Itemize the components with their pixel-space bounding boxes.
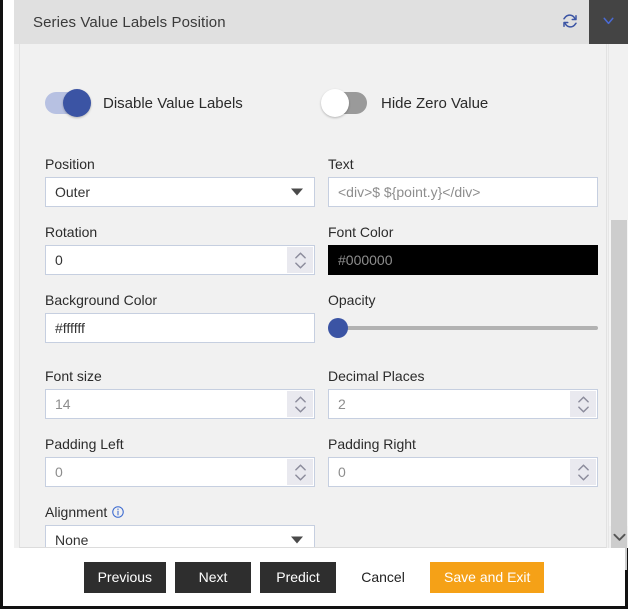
opacity-slider-track xyxy=(328,326,598,330)
chevron-up-icon xyxy=(577,395,589,403)
position-label: Position xyxy=(45,156,95,172)
background-color-value: #ffffff xyxy=(55,320,85,336)
rotation-value: 0 xyxy=(55,252,63,268)
opacity-label: Opacity xyxy=(328,292,376,308)
font-size-label: Font size xyxy=(45,368,102,384)
field-font-size: Font size 14 xyxy=(45,368,315,419)
chevron-down-icon xyxy=(612,533,626,541)
alignment-select[interactable]: None xyxy=(45,525,315,548)
field-background-color: Background Color #ffffff xyxy=(45,292,315,343)
cancel-button[interactable]: Cancel xyxy=(345,561,422,593)
predict-button[interactable]: Predict xyxy=(260,561,337,593)
padding-left-input[interactable]: 0 xyxy=(45,457,315,487)
dialog-title: Series Value Labels Position xyxy=(33,13,226,31)
dialog-titlebar: Series Value Labels Position xyxy=(14,0,628,44)
chevron-down-icon xyxy=(291,536,303,544)
dialog-footer: Previous Next Predict Cancel Save and Ex… xyxy=(3,548,625,606)
chevron-down-icon xyxy=(294,473,306,481)
panel-scrollbar[interactable] xyxy=(608,44,628,570)
decimal-places-label: Decimal Places xyxy=(328,368,425,384)
hide-zero-value-label: Hide Zero Value xyxy=(381,94,489,112)
info-icon[interactable] xyxy=(111,505,125,519)
field-text: Text <div>$ ${point.y}</div> xyxy=(328,156,598,207)
settings-panel: Disable Value Labels Hide Zero Value Pos… xyxy=(19,44,607,548)
padding-left-label: Padding Left xyxy=(45,436,124,452)
opacity-slider[interactable] xyxy=(328,313,598,343)
padding-right-stepper[interactable] xyxy=(570,459,596,485)
rotation-label: Rotation xyxy=(45,224,98,240)
field-rotation: Rotation 0 xyxy=(45,224,315,275)
rotation-stepper[interactable] xyxy=(287,247,313,273)
chevron-down-icon xyxy=(577,405,589,413)
field-decimal-places: Decimal Places 2 xyxy=(328,368,598,419)
text-input[interactable]: <div>$ ${point.y}</div> xyxy=(328,177,598,207)
chevron-up-icon xyxy=(294,463,306,471)
chevron-down-icon xyxy=(291,188,303,196)
titlebar-actions xyxy=(551,0,628,44)
chevron-down-icon xyxy=(577,473,589,481)
refresh-button[interactable] xyxy=(551,0,589,44)
field-padding-right: Padding Right 0 xyxy=(328,436,598,487)
opacity-slider-thumb[interactable] xyxy=(328,318,348,338)
text-label: Text xyxy=(328,156,354,172)
disable-value-labels-group: Disable Value Labels xyxy=(45,89,243,117)
background-color-label: Background Color xyxy=(45,292,158,308)
field-opacity: Opacity xyxy=(328,292,598,343)
background-color-input[interactable]: #ffffff xyxy=(45,313,315,343)
rotation-input[interactable]: 0 xyxy=(45,245,315,275)
alignment-label: Alignment xyxy=(45,504,315,520)
padding-left-value: 0 xyxy=(55,464,63,480)
field-alignment: Alignment None xyxy=(45,504,315,548)
font-size-stepper[interactable] xyxy=(287,391,313,417)
dialog-body: Disable Value Labels Hide Zero Value Pos… xyxy=(14,44,628,570)
padding-right-label: Padding Right xyxy=(328,436,416,452)
padding-right-input[interactable]: 0 xyxy=(328,457,598,487)
decimal-places-stepper[interactable] xyxy=(570,391,596,417)
chevron-down-icon xyxy=(600,12,617,32)
save-and-exit-button[interactable]: Save and Exit xyxy=(430,561,545,593)
alignment-value: None xyxy=(55,532,89,548)
series-value-labels-dialog: Series Value Labels Position Disable Val… xyxy=(14,0,628,570)
font-color-input[interactable]: #000000 xyxy=(328,245,598,275)
collapse-dialog-button[interactable] xyxy=(589,0,628,44)
next-button[interactable]: Next xyxy=(175,561,252,593)
toggle-knob xyxy=(321,89,349,117)
chevron-up-icon xyxy=(577,463,589,471)
padding-left-stepper[interactable] xyxy=(287,459,313,485)
field-position: Position Outer xyxy=(45,156,315,207)
field-padding-left: Padding Left 0 xyxy=(45,436,315,487)
font-color-value: #000000 xyxy=(338,252,393,268)
refresh-icon xyxy=(561,12,579,33)
chevron-down-icon xyxy=(294,261,306,269)
chevron-up-icon xyxy=(294,251,306,259)
hide-zero-value-toggle[interactable] xyxy=(321,89,367,117)
disable-value-labels-label: Disable Value Labels xyxy=(103,94,243,112)
font-size-input[interactable]: 14 xyxy=(45,389,315,419)
padding-right-value: 0 xyxy=(338,464,346,480)
position-select[interactable]: Outer xyxy=(45,177,315,207)
hide-zero-value-group: Hide Zero Value xyxy=(321,89,489,117)
text-value: <div>$ ${point.y}</div> xyxy=(338,184,481,200)
chevron-up-icon xyxy=(294,395,306,403)
alignment-label-text: Alignment xyxy=(45,504,108,520)
font-color-label: Font Color xyxy=(328,224,394,240)
font-size-value: 14 xyxy=(55,396,71,412)
previous-button[interactable]: Previous xyxy=(83,561,167,593)
toggle-knob xyxy=(63,89,91,117)
app-window: Series Value Labels Position Disable Val… xyxy=(0,0,628,609)
decimal-places-value: 2 xyxy=(338,396,346,412)
scrollbar-thumb[interactable] xyxy=(611,220,627,570)
decimal-places-input[interactable]: 2 xyxy=(328,389,598,419)
disable-value-labels-toggle[interactable] xyxy=(45,89,91,117)
field-font-color: Font Color #000000 xyxy=(328,224,598,275)
toggle-row: Disable Value Labels Hide Zero Value xyxy=(20,89,606,132)
scrollbar-down-button[interactable] xyxy=(609,526,628,548)
position-value: Outer xyxy=(55,184,91,200)
chevron-down-icon xyxy=(294,405,306,413)
